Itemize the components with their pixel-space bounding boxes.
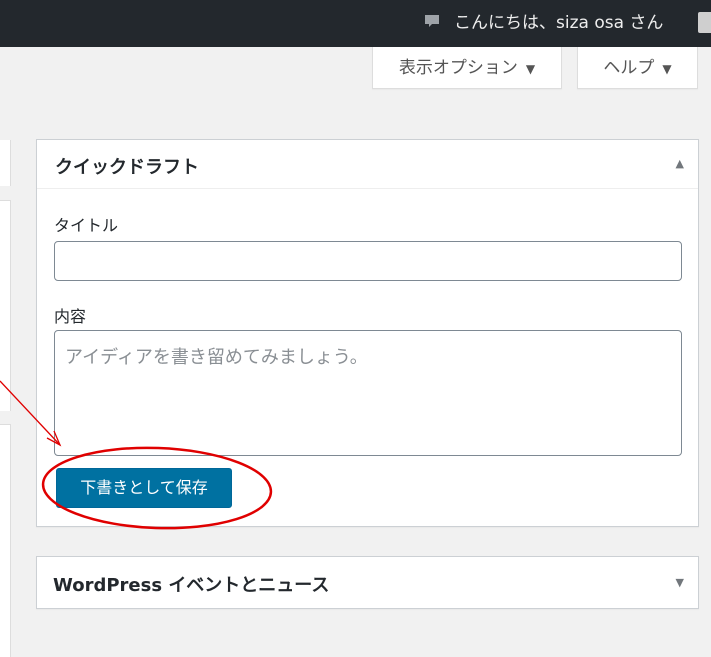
- help-button[interactable]: ヘルプ ▼: [577, 47, 698, 89]
- left-postbox-edge: [0, 424, 11, 657]
- quick-draft-title: クイックドラフト: [55, 157, 199, 178]
- account-greeting[interactable]: こんにちは、siza osa さん: [454, 12, 663, 34]
- quick-draft-header[interactable]: クイックドラフト ▲: [37, 140, 698, 189]
- left-postbox-edge: [0, 140, 11, 186]
- help-arrow-icon: ▼: [662, 62, 672, 76]
- title-label: タイトル: [54, 216, 119, 235]
- collapse-toggle-icon[interactable]: ▲: [676, 157, 684, 170]
- quick-draft-widget: クイックドラフト ▲ タイトル 内容 アイディアを書き留めてみましょう。 下書き…: [36, 139, 699, 527]
- avatar[interactable]: [698, 12, 711, 33]
- left-postbox-edge: [0, 200, 11, 411]
- screen-options-button[interactable]: 表示オプション ▼: [372, 47, 562, 89]
- save-draft-button[interactable]: 下書きとして保存: [56, 468, 232, 508]
- expand-toggle-icon[interactable]: ▼: [676, 576, 684, 589]
- comment-icon[interactable]: [424, 14, 440, 28]
- left-column-edge: [0, 140, 11, 657]
- help-label: ヘルプ: [603, 58, 655, 78]
- events-news-title: WordPress イベントとニュース: [53, 575, 330, 596]
- content-label: 内容: [54, 307, 87, 326]
- content-textarea[interactable]: アイディアを書き留めてみましょう。: [54, 330, 682, 456]
- title-input[interactable]: [54, 241, 682, 281]
- admin-bar: こんにちは、siza osa さん: [0, 0, 711, 47]
- events-news-header[interactable]: WordPress イベントとニュース ▼: [37, 557, 698, 605]
- screen-options-label: 表示オプション: [398, 58, 518, 78]
- events-news-widget: WordPress イベントとニュース ▼: [36, 556, 699, 609]
- content-placeholder: アイディアを書き留めてみましょう。: [65, 347, 368, 368]
- screen-options-arrow-icon: ▼: [525, 62, 536, 76]
